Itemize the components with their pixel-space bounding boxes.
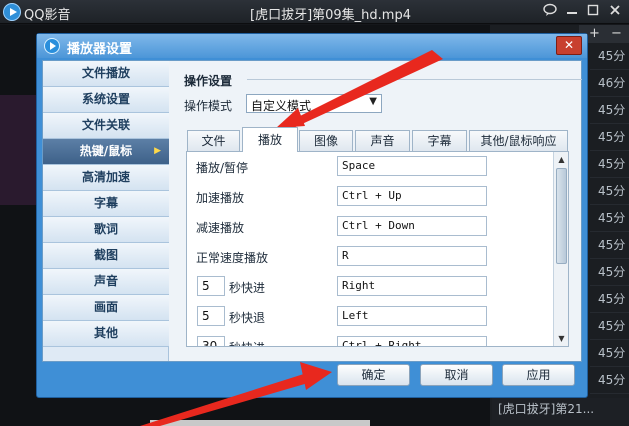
tab[interactable]: 文件 [187,130,240,151]
nav-item[interactable]: 文件播放 [43,61,169,87]
playlist-item[interactable]: 45分 [590,286,629,313]
chevron-down-icon: ▼ [369,96,377,107]
dialog-close-button[interactable]: ✕ [556,36,582,55]
nav-item-label: 文件关联 [81,118,130,132]
dialog-title: 播放器设置 [67,42,133,57]
nav-item-label: 截图 [93,248,118,262]
playlist-item[interactable]: 45分 [590,313,629,340]
tab[interactable]: 播放 [242,127,298,152]
nav-item[interactable]: 声音 [43,269,169,295]
nav-item[interactable]: 高清加速 [43,165,169,191]
hotkey-label: 正常速度播放 [196,251,269,265]
hotkey-scrollbar[interactable]: ▲ ▼ [553,152,568,346]
nav-item-label: 高清加速 [81,170,130,184]
playlist-item[interactable]: 45分 [590,178,629,205]
nav-item-label: 热键/鼠标 [79,144,133,158]
qq-player-logo-icon [3,3,21,21]
media-title: [虎口拔牙]第09集_hd.mp4 [250,8,411,23]
nav-item-label: 声音 [93,274,118,288]
hotkey-label: 播放/暂停 [196,161,249,175]
section-divider [247,79,582,80]
mode-select-value: 自定义模式 [251,99,312,113]
tab[interactable]: 字幕 [412,130,467,151]
hotkey-field[interactable]: Ctrl + Right [337,336,487,346]
hotkey-field[interactable]: Ctrl + Up [337,186,487,206]
playlist-item[interactable]: 45分 [590,97,629,124]
speech-icon[interactable] [541,3,559,21]
hotkey-label: 秒快进 [229,281,266,295]
tab[interactable]: 声音 [355,130,410,151]
scroll-up-icon[interactable]: ▲ [555,153,568,166]
playlist-item[interactable]: 45分 [590,340,629,367]
minimize-icon[interactable] [563,3,581,21]
playlist-item[interactable]: 46分 [590,70,629,97]
playlist-add-button[interactable]: + [589,25,600,43]
nav-item-label: 画面 [93,300,118,314]
nav-item[interactable]: 文件关联 [43,113,169,139]
maximize-icon[interactable] [584,3,602,21]
nav-item-label: 字幕 [93,196,118,210]
app-name: QQ影音 [24,8,71,23]
seconds-field[interactable]: 5 [197,306,225,326]
nav-item[interactable]: 其他 [43,321,169,347]
hotkey-field[interactable]: Left [337,306,487,326]
chevron-right-icon: ▶ [154,146,161,156]
scroll-down-icon[interactable]: ▼ [555,332,568,345]
hotkey-field[interactable]: Right [337,276,487,296]
close-icon[interactable] [606,3,624,21]
nav-item-label: 文件播放 [81,66,130,80]
mode-select[interactable]: 自定义模式 ▼ [246,94,382,113]
playlist-item[interactable]: [虎口拔牙]第21... [492,398,629,420]
mode-label: 操作模式 [184,99,233,113]
seconds-field[interactable]: 30 [197,336,225,346]
nav-item[interactable]: 歌词 [43,217,169,243]
video-frame-highlight [150,420,370,426]
nav-item[interactable]: 画面 [43,295,169,321]
playlist-item[interactable]: 45分 [590,232,629,259]
nav-item[interactable]: 热键/鼠标 ▶ [43,139,169,165]
playlist-item[interactable]: 45分 [590,124,629,151]
playlist-item[interactable]: 45分 [590,43,629,70]
scroll-thumb[interactable] [556,168,567,264]
hotkey-label: 秒快退 [229,311,266,325]
tab-panel-playback: 播放/暂停 Space 加速播放 Ctrl + Up 减速播放 Ctrl + Down 正常… [186,151,569,347]
nav-item-label: 系统设置 [81,92,130,106]
tab[interactable]: 其他/鼠标响应 [469,130,568,151]
tab[interactable]: 图像 [299,130,353,151]
hotkey-label: 减速播放 [196,221,245,235]
playlist-item[interactable]: 45分 [590,151,629,178]
nav-item-label: 其他 [93,326,118,340]
nav-item[interactable]: 截图 [43,243,169,269]
playlist-item[interactable]: 45分 [590,367,629,394]
settings-dialog: 播放器设置 ✕ 文件播放 系统设置 文件关联 热键/鼠标 ▶ 高清加速 字幕 歌词 截图 声音 画面… [36,33,588,398]
hotkey-label: 秒快进 [229,339,265,346]
nav-item[interactable]: 系统设置 [43,87,169,113]
apply-button[interactable]: 应用 [502,364,575,386]
video-frame-shade [0,95,40,205]
cancel-button[interactable]: 取消 [420,364,493,386]
hotkey-label: 加速播放 [196,191,245,205]
player-titlebar: QQ影音 [虎口拔牙]第09集_hd.mp4 [0,0,629,24]
settings-nav: 文件播放系统设置文件关联热键/鼠标 ▶ 高清加速字幕歌词截图声音画面其他 [43,61,169,361]
playlist-remove-button[interactable]: − [611,25,622,43]
nav-item-label: 歌词 [93,222,118,236]
hotkey-field[interactable]: R [337,246,487,266]
dialog-app-icon [44,38,60,54]
playlist-item[interactable]: 45分 [590,205,629,232]
hotkey-field[interactable]: Ctrl + Down [337,216,487,236]
hotkey-field[interactable]: Space [337,156,487,176]
seconds-field[interactable]: 5 [197,276,225,296]
dialog-titlebar[interactable]: 播放器设置 ✕ [37,34,587,58]
ok-button[interactable]: 确定 [337,364,410,386]
playlist-item[interactable]: 45分 [590,259,629,286]
section-title: 操作设置 [184,74,233,88]
nav-item[interactable]: 字幕 [43,191,169,217]
